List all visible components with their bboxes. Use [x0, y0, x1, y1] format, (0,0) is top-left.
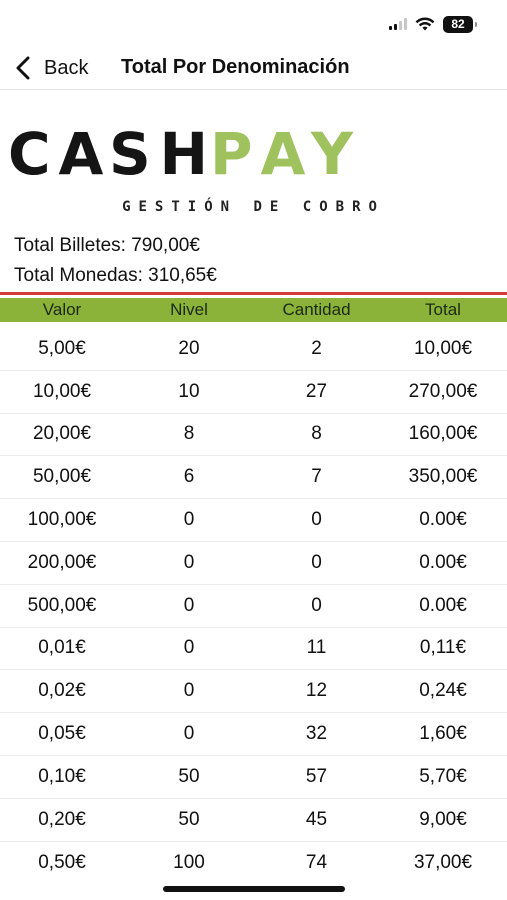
- divider: [0, 292, 507, 295]
- logo-letter: A: [260, 120, 306, 188]
- valor-cell: 0,50€: [38, 851, 86, 873]
- logo-letter: H: [159, 120, 209, 188]
- valor-cell: 500,00€: [27, 594, 97, 616]
- valor-cell: 0,20€: [38, 808, 86, 830]
- nivel-cell: 6: [183, 466, 195, 488]
- totals-summary: Total Billetes: 790,00€ Total Monedas: 3…: [14, 232, 217, 292]
- nivel-cell: 100: [173, 851, 205, 873]
- total-monedas: Total Monedas: 310,65€: [14, 265, 217, 286]
- battery-level: 82: [451, 17, 465, 31]
- logo-tagline: GESTIÓN DE COBRO: [122, 199, 385, 215]
- table-row[interactable]: 0,50€ 100 74 37,00€: [0, 842, 507, 885]
- nivel-cell: 0: [183, 723, 195, 745]
- total-cell: 0,11€: [419, 637, 467, 659]
- cantidad-cell: 2: [311, 337, 322, 359]
- logo-wordmark: C A S H P A Y: [8, 120, 507, 188]
- navigation-bar: Back Total Por Denominación: [0, 48, 507, 90]
- total-cell: 350,00€: [408, 466, 478, 488]
- nivel-cell: 0: [183, 509, 195, 531]
- nivel-cell: 50: [178, 765, 200, 787]
- cantidad-cell: 7: [311, 466, 322, 488]
- nivel-cell: 0: [183, 551, 195, 573]
- cantidad-cell: 74: [305, 851, 328, 873]
- cantidad-cell: 0: [311, 551, 322, 573]
- nivel-cell: 10: [178, 380, 200, 402]
- logo-letter: S: [109, 120, 151, 188]
- cantidad-cell: 57: [305, 765, 328, 787]
- total-cell: 10,00€: [413, 337, 473, 359]
- total-cell: 1,60€: [419, 723, 467, 745]
- cantidad-cell: 32: [305, 723, 328, 745]
- total-cell: 5,70€: [419, 765, 467, 787]
- valor-cell: 10,00€: [32, 380, 92, 402]
- table-row[interactable]: 0,02€ 0 12 0,24€: [0, 670, 507, 714]
- nivel-cell: 0: [183, 680, 195, 702]
- cashpay-logo: C A S H P A Y GESTIÓN DE COBRO: [0, 120, 507, 215]
- cantidad-cell: 0: [311, 594, 322, 616]
- valor-cell: 20,00€: [32, 423, 92, 445]
- back-label: Back: [44, 56, 89, 79]
- logo-letter: P: [210, 120, 253, 188]
- total-cell: 9,00€: [419, 808, 467, 830]
- column-header-total: Total: [425, 300, 461, 319]
- denomination-table[interactable]: 5,00€ 20 2 10,00€ 10,00€ 10 27 270,00€ 20,00€ 8 8 1…: [0, 328, 507, 884]
- column-header-nivel: Nivel: [170, 300, 208, 319]
- table-row[interactable]: 10,00€ 10 27 270,00€: [0, 371, 507, 414]
- cantidad-cell: 8: [311, 423, 322, 445]
- total-cell: 0.00€: [419, 551, 467, 573]
- total-cell: 0.00€: [419, 594, 467, 616]
- wifi-icon: [415, 17, 435, 30]
- signal-icon: [389, 18, 407, 30]
- nivel-cell: 8: [183, 423, 195, 445]
- table-row[interactable]: 0,01€ 0 11 0,11€: [0, 628, 507, 671]
- cantidad-cell: 45: [305, 808, 328, 830]
- valor-cell: 50,00€: [32, 466, 92, 488]
- nivel-cell: 0: [183, 594, 195, 616]
- table-row[interactable]: 100,00€ 0 0 0.00€: [0, 499, 507, 542]
- column-header-cantidad: Cantidad: [282, 300, 351, 319]
- logo-letter: Y: [311, 120, 353, 188]
- valor-cell: 5,00€: [38, 337, 86, 359]
- total-cell: 0.00€: [419, 509, 467, 531]
- valor-cell: 200,00€: [27, 551, 97, 573]
- cantidad-cell: 0: [311, 509, 322, 531]
- table-row[interactable]: 5,00€ 20 2 10,00€: [0, 328, 507, 371]
- logo-letter: C: [8, 120, 51, 188]
- nivel-cell: 20: [178, 337, 200, 359]
- back-button[interactable]: Back: [14, 52, 88, 84]
- valor-cell: 0,01€: [38, 637, 86, 659]
- status-bar: 82: [0, 0, 507, 48]
- table-row[interactable]: 200,00€ 0 0 0.00€: [0, 542, 507, 585]
- valor-cell: 0,05€: [38, 723, 86, 745]
- total-cell: 0,24€: [419, 680, 467, 702]
- table-row[interactable]: 0,05€ 0 32 1,60€: [0, 713, 507, 756]
- valor-cell: 0,02€: [38, 680, 86, 702]
- cantidad-cell: 11: [306, 637, 327, 659]
- column-header-valor: Valor: [42, 300, 82, 319]
- table-header: Valor Nivel Cantidad Total: [0, 298, 507, 322]
- table-row[interactable]: 50,00€ 6 7 350,00€: [0, 456, 507, 500]
- home-indicator: [163, 886, 345, 892]
- cantidad-cell: 12: [305, 680, 328, 702]
- chevron-left-icon: [16, 56, 30, 80]
- nivel-cell: 50: [178, 808, 200, 830]
- total-cell: 37,00€: [413, 851, 473, 873]
- table-row[interactable]: 0,10€ 50 57 5,70€: [0, 756, 507, 799]
- total-billetes: Total Billetes: 790,00€: [14, 235, 200, 256]
- total-cell: 270,00€: [408, 380, 478, 402]
- nivel-cell: 0: [183, 637, 195, 659]
- status-icons: 82: [389, 14, 477, 34]
- table-row[interactable]: 20,00€ 8 8 160,00€: [0, 414, 507, 457]
- battery-icon: 82: [443, 15, 477, 33]
- total-cell: 160,00€: [408, 423, 478, 445]
- table-row[interactable]: 0,20€ 50 45 9,00€: [0, 799, 507, 842]
- cantidad-cell: 27: [305, 380, 328, 402]
- valor-cell: 100,00€: [27, 509, 97, 531]
- valor-cell: 0,10€: [38, 765, 86, 787]
- logo-letter: A: [58, 120, 104, 188]
- table-row[interactable]: 500,00€ 0 0 0.00€: [0, 585, 507, 628]
- page-title: Total Por Denominación: [121, 56, 350, 78]
